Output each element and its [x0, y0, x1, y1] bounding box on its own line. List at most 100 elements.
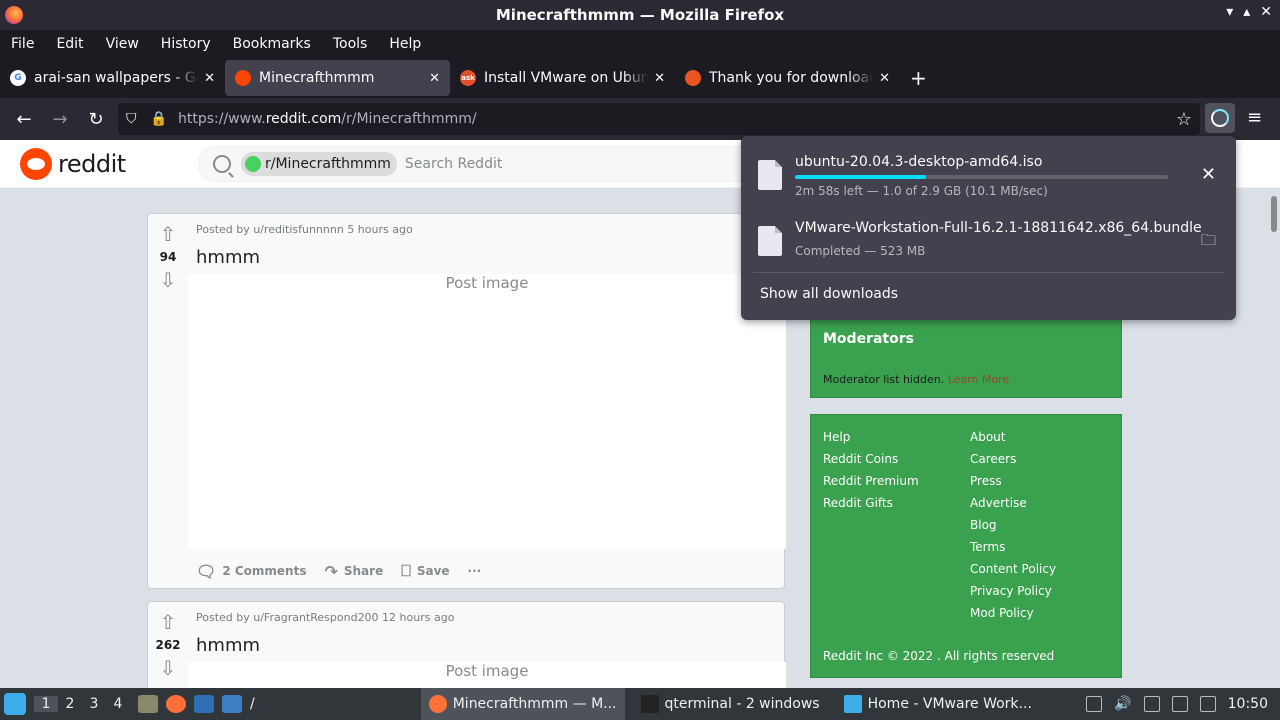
learn-more-link[interactable]: Learn More: [948, 373, 1010, 386]
reddit-wordmark: reddit: [58, 150, 126, 178]
task-firefox[interactable]: Minecrafthmmm — M...: [420, 688, 625, 720]
link-terms[interactable]: Terms: [970, 540, 1056, 555]
upvote-icon[interactable]: ⇧: [148, 610, 188, 634]
link-reddit-coins[interactable]: Reddit Coins: [823, 452, 919, 467]
show-all-downloads-button[interactable]: Show all downloads: [760, 286, 898, 302]
firefox-launcher-icon[interactable]: [166, 695, 186, 713]
folder-icon[interactable]: [222, 695, 242, 713]
more-options-icon[interactable]: ···: [468, 564, 482, 578]
post-title[interactable]: hmmm: [196, 247, 260, 268]
download-progress-bar: [795, 175, 1168, 179]
open-folder-icon[interactable]: 🗀: [1201, 230, 1216, 255]
menu-bookmarks[interactable]: Bookmarks: [222, 36, 322, 52]
new-tab-button[interactable]: +: [910, 66, 927, 90]
volume-icon[interactable]: 🔊: [1114, 696, 1131, 712]
link-about[interactable]: About: [970, 430, 1056, 445]
footer-links-right: About Careers Press Advertise Blog Terms…: [970, 430, 1056, 621]
comment-icon: 🗨: [196, 561, 217, 581]
minimize-button[interactable]: ▾: [1226, 4, 1233, 20]
workspace-2[interactable]: 2: [58, 696, 82, 712]
maximize-button[interactable]: ▴: [1243, 4, 1250, 20]
quick-launch: /: [138, 695, 255, 713]
cancel-download-icon[interactable]: ✕: [1201, 164, 1216, 185]
tab-arai-san[interactable]: G arai-san wallpapers - Goo ✕: [0, 60, 225, 96]
save-button[interactable]: ⎕ Save: [401, 561, 449, 581]
downloads-panel: ubuntu-20.04.3-desktop-amd64.iso 2m 58s …: [741, 136, 1236, 320]
menu-hamburger-icon[interactable]: ≡: [1247, 107, 1262, 128]
post-title[interactable]: hmmm: [196, 635, 260, 656]
post-image-alt: Post image: [445, 662, 529, 680]
downvote-icon[interactable]: ⇩: [148, 268, 188, 292]
system-tray: 🔊 10:50: [1086, 688, 1280, 720]
link-advertise[interactable]: Advertise: [970, 496, 1056, 511]
downvote-icon[interactable]: ⇩: [148, 656, 188, 680]
subreddit-chip[interactable]: r/Minecrafthmmm: [241, 152, 397, 176]
link-mod-policy[interactable]: Mod Policy: [970, 606, 1056, 621]
link-reddit-premium[interactable]: Reddit Premium: [823, 474, 919, 489]
footer-links-card: Help Reddit Coins Reddit Premium Reddit …: [810, 414, 1122, 678]
menu-history[interactable]: History: [150, 36, 222, 52]
reddit-logo[interactable]: reddit: [20, 148, 126, 180]
comments-button[interactable]: 🗨 2 Comments: [196, 562, 306, 581]
download-item-ubuntu[interactable]: ubuntu-20.04.3-desktop-amd64.iso 2m 58s …: [741, 148, 1236, 204]
askubuntu-icon: ask: [460, 70, 476, 86]
scrollbar-thumb[interactable]: [1271, 196, 1277, 232]
tab-thank-you[interactable]: Thank you for downloadi ✕: [675, 60, 900, 96]
menu-help[interactable]: Help: [378, 36, 432, 52]
url-bar[interactable]: ⛉ 🔒 https://www.reddit.com/r/Minecrafthm…: [118, 103, 1200, 135]
url-text[interactable]: https://www.reddit.com/r/Minecrafthmmm/: [178, 111, 477, 127]
firefox-icon: [5, 6, 23, 24]
shield-icon[interactable]: ⛉: [126, 111, 142, 127]
app-launcher-icon[interactable]: [4, 693, 26, 715]
file-manager-icon[interactable]: [138, 695, 158, 713]
clipboard-icon[interactable]: [1143, 696, 1160, 712]
search-input[interactable]: r/Minecrafthmmm Search Reddit: [198, 146, 758, 182]
network-icon[interactable]: [1199, 696, 1216, 712]
close-tab-icon[interactable]: ✕: [879, 71, 890, 86]
menu-tools[interactable]: Tools: [322, 36, 379, 52]
menu-edit[interactable]: Edit: [45, 36, 94, 52]
tray-arrow-icon[interactable]: [1086, 696, 1103, 712]
workspace-1[interactable]: 1: [34, 696, 58, 712]
workspace-4[interactable]: 4: [106, 696, 130, 712]
page-scrollbar[interactable]: [1268, 188, 1280, 688]
menu-file[interactable]: File: [0, 36, 45, 52]
post-card[interactable]: ⇧ 94 ⇩ Posted by u/reditisfunnnnn 5 hour…: [147, 213, 786, 589]
close-tab-icon[interactable]: ✕: [429, 71, 440, 86]
link-help[interactable]: Help: [823, 430, 919, 445]
desktop-icon[interactable]: [194, 695, 214, 713]
task-vmware[interactable]: Home - VMware Work...: [836, 688, 1040, 720]
task-qterminal[interactable]: qterminal - 2 windows: [633, 688, 828, 720]
back-icon[interactable]: ←: [6, 109, 42, 130]
close-tab-icon[interactable]: ✕: [204, 71, 215, 86]
clock[interactable]: 10:50: [1228, 696, 1268, 712]
tab-install-vmware[interactable]: ask Install VMware on Ubuntu ✕: [450, 60, 675, 96]
link-blog[interactable]: Blog: [970, 518, 1056, 533]
taskbar: 1 2 3 4 / Minecrafthmmm — M... qterminal…: [0, 688, 1280, 720]
folder-path[interactable]: /: [250, 696, 255, 712]
bookmark-star-icon[interactable]: ☆: [1176, 109, 1192, 130]
post-card[interactable]: ⇧ 262 ⇩ Posted by u/FragrantRespond200 1…: [147, 601, 786, 701]
forward-icon[interactable]: →: [42, 109, 78, 130]
share-button[interactable]: ↷ Share: [324, 562, 383, 581]
link-reddit-gifts[interactable]: Reddit Gifts: [823, 496, 919, 511]
workspace-3[interactable]: 3: [82, 696, 106, 712]
close-window-button[interactable]: ✕: [1260, 4, 1272, 20]
reload-icon[interactable]: ↻: [78, 109, 114, 130]
link-careers[interactable]: Careers: [970, 452, 1056, 467]
downloads-button[interactable]: [1205, 103, 1235, 133]
subreddit-icon: [245, 156, 261, 172]
upvote-icon[interactable]: ⇧: [148, 222, 188, 246]
screen-icon[interactable]: [1171, 696, 1188, 712]
menu-view[interactable]: View: [95, 36, 150, 52]
download-item-vmware[interactable]: VMware-Workstation-Full-16.2.1-18811642.…: [741, 214, 1236, 270]
share-icon: ↷: [324, 561, 338, 581]
lock-icon[interactable]: 🔒: [150, 111, 167, 127]
post-image[interactable]: Post image: [188, 274, 786, 549]
tab-minecrafthmmm[interactable]: Minecrafthmmm ✕: [225, 60, 450, 96]
download-filename: ubuntu-20.04.3-desktop-amd64.iso: [795, 154, 1043, 170]
link-press[interactable]: Press: [970, 474, 1056, 489]
link-content-policy[interactable]: Content Policy: [970, 562, 1056, 577]
close-tab-icon[interactable]: ✕: [654, 71, 665, 86]
link-privacy-policy[interactable]: Privacy Policy: [970, 584, 1056, 599]
